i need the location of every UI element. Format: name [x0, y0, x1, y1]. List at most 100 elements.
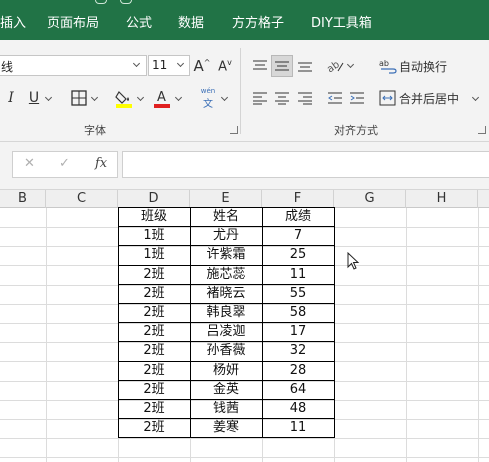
- font-color-button[interactable]: A: [152, 87, 172, 109]
- formula-input[interactable]: [122, 151, 489, 178]
- increase-font-size-button[interactable]: A^: [192, 55, 212, 77]
- quick-access-icon[interactable]: [120, 0, 132, 4]
- table-cell[interactable]: 17: [262, 322, 334, 341]
- chevron-down-icon[interactable]: [174, 93, 183, 102]
- align-top-button[interactable]: [249, 55, 271, 77]
- cancel-icon[interactable]: ✕: [24, 156, 35, 171]
- underline-button[interactable]: U: [25, 87, 43, 109]
- decrease-font-size-button[interactable]: Av: [215, 55, 235, 77]
- borders-button[interactable]: [70, 89, 88, 107]
- chevron-down-icon[interactable]: [90, 93, 99, 102]
- increase-indent-button[interactable]: [346, 87, 368, 109]
- wrap-text-button[interactable]: ab 自动换行: [379, 55, 451, 77]
- align-bottom-icon: [298, 62, 312, 72]
- tab-data[interactable]: 数据: [178, 14, 204, 34]
- table-cell[interactable]: 2班: [118, 265, 190, 284]
- decrease-indent-icon: [328, 92, 342, 104]
- table-cell[interactable]: 28: [262, 361, 334, 380]
- table-cell[interactable]: 48: [262, 399, 334, 418]
- table-cell[interactable]: 许紫霜: [190, 245, 262, 264]
- table-cell[interactable]: 7: [262, 226, 334, 245]
- tab-page-layout[interactable]: 页面布局: [47, 14, 99, 34]
- table-cell[interactable]: 韩良翠: [190, 303, 262, 322]
- chevron-down-icon[interactable]: [471, 93, 480, 102]
- column-header-e[interactable]: E: [190, 190, 262, 208]
- decrease-indent-button[interactable]: [324, 87, 346, 109]
- chevron-down-icon[interactable]: [136, 93, 145, 102]
- table-cell[interactable]: 2班: [118, 399, 190, 418]
- chevron-down-icon[interactable]: [346, 60, 355, 69]
- column-header-d[interactable]: D: [118, 190, 190, 208]
- tab-insert[interactable]: 插入: [0, 14, 26, 34]
- table-cell[interactable]: 2班: [118, 361, 190, 380]
- table-header-cell[interactable]: 姓名: [190, 207, 262, 226]
- phonetic-guide-button[interactable]: wén 文: [197, 86, 219, 110]
- italic-button[interactable]: I: [3, 87, 19, 109]
- svg-text:A: A: [157, 90, 166, 105]
- tab-diy-toolbox[interactable]: DIY工具箱: [311, 14, 372, 34]
- wrap-text-icon: ab: [379, 59, 397, 74]
- font-size-combobox[interactable]: 11: [148, 55, 190, 76]
- enter-icon[interactable]: ✓: [59, 156, 70, 171]
- table-border: [118, 284, 335, 285]
- table-cell[interactable]: 64: [262, 380, 334, 399]
- table-cell[interactable]: 2班: [118, 303, 190, 322]
- table-border: [118, 380, 335, 381]
- table-cell[interactable]: 11: [262, 418, 334, 437]
- table-cell[interactable]: 杨妍: [190, 361, 262, 380]
- table-header-cell[interactable]: 成绩: [262, 207, 334, 226]
- font-name-value: 线: [1, 60, 14, 74]
- column-header-c[interactable]: C: [46, 190, 118, 208]
- column-header-g[interactable]: G: [334, 190, 406, 208]
- font-dialog-launcher-icon[interactable]: [230, 126, 238, 134]
- table-cell[interactable]: 58: [262, 303, 334, 322]
- chevron-down-icon[interactable]: [44, 93, 53, 102]
- table-cell[interactable]: 施芯蕊: [190, 265, 262, 284]
- gridline-horizontal: [0, 457, 489, 458]
- table-cell[interactable]: 2班: [118, 418, 190, 437]
- table-cell[interactable]: 吕凌迦: [190, 322, 262, 341]
- table-border: [118, 341, 335, 342]
- cursor-icon: [347, 252, 360, 270]
- table-cell[interactable]: 11: [262, 265, 334, 284]
- column-header-b[interactable]: B: [0, 190, 46, 208]
- table-cell[interactable]: 2班: [118, 341, 190, 360]
- table-cell[interactable]: 32: [262, 341, 334, 360]
- table-cell[interactable]: 2班: [118, 322, 190, 341]
- table-cell[interactable]: 褚晓云: [190, 284, 262, 303]
- table-cell[interactable]: 2班: [118, 284, 190, 303]
- quick-access-icon[interactable]: [95, 0, 107, 4]
- chevron-down-icon[interactable]: [220, 93, 229, 102]
- table-cell[interactable]: 孙香薇: [190, 341, 262, 360]
- align-left-button[interactable]: [249, 87, 271, 109]
- table-cell[interactable]: 1班: [118, 245, 190, 264]
- table-cell[interactable]: 25: [262, 245, 334, 264]
- align-center-button[interactable]: [271, 87, 293, 109]
- chevron-down-icon: [176, 59, 185, 68]
- table-cell[interactable]: 金英: [190, 380, 262, 399]
- align-center-icon: [275, 92, 289, 105]
- merge-center-label: 合并后居中: [399, 91, 460, 106]
- tab-fangfang[interactable]: 方方格子: [232, 14, 284, 34]
- table-border: [118, 399, 335, 400]
- table-cell[interactable]: 55: [262, 284, 334, 303]
- column-header-h[interactable]: H: [406, 190, 478, 208]
- table-header-cell[interactable]: 班级: [118, 207, 190, 226]
- align-middle-button[interactable]: [271, 55, 293, 77]
- font-name-combobox[interactable]: 线: [0, 55, 147, 76]
- fill-color-button[interactable]: [113, 87, 135, 109]
- merge-center-button[interactable]: 合并后居中: [379, 87, 465, 109]
- align-right-button[interactable]: [294, 87, 316, 109]
- align-bottom-button[interactable]: [294, 55, 316, 77]
- table-cell[interactable]: 1班: [118, 226, 190, 245]
- table-cell[interactable]: 2班: [118, 380, 190, 399]
- alignment-dialog-launcher-icon[interactable]: [478, 126, 486, 134]
- tab-formulas[interactable]: 公式: [126, 14, 152, 34]
- orientation-button[interactable]: ab: [324, 55, 346, 77]
- table-cell[interactable]: 姜寒: [190, 418, 262, 437]
- insert-function-icon[interactable]: fx: [95, 156, 107, 171]
- table-border: [118, 226, 335, 227]
- column-header-f[interactable]: F: [262, 190, 334, 208]
- table-cell[interactable]: 钱茜: [190, 399, 262, 418]
- table-cell[interactable]: 尤丹: [190, 226, 262, 245]
